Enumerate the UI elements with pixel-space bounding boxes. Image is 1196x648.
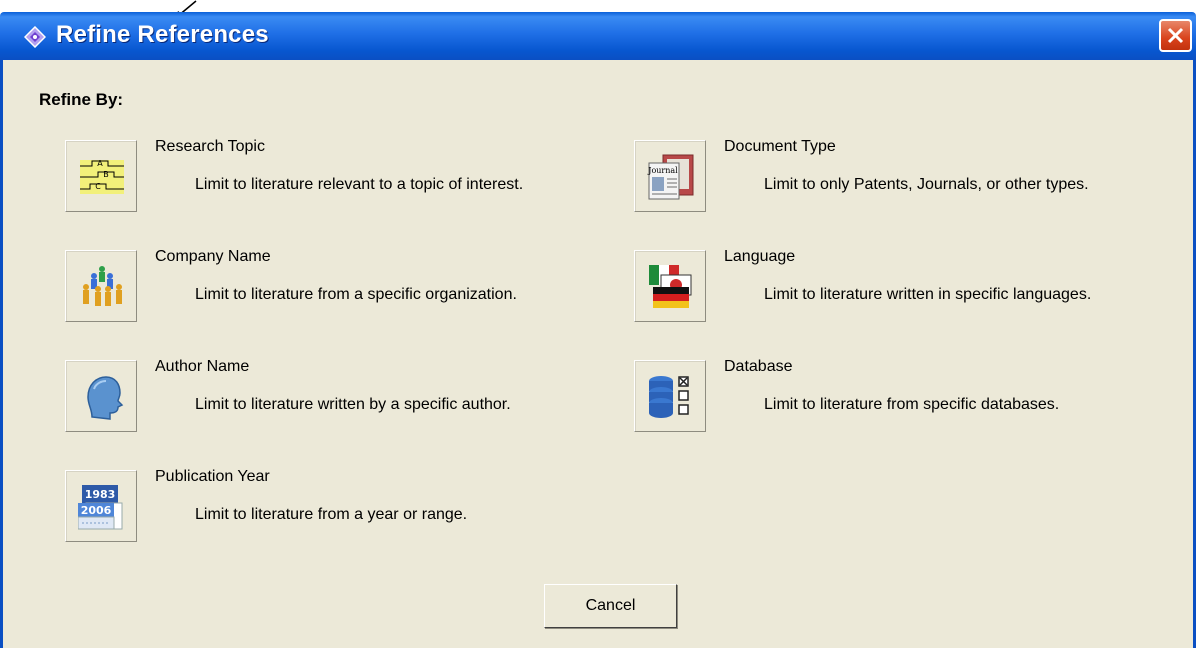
company-name-title: Company Name	[155, 248, 271, 265]
database-icon	[649, 376, 689, 418]
cancel-button[interactable]: Cancel	[544, 584, 677, 628]
research-topic-button[interactable]: A B C	[65, 140, 137, 212]
author-name-icon	[87, 376, 124, 420]
refine-references-dialog: Refine References Refine By: A B C Resea…	[0, 12, 1196, 648]
svg-text:B: B	[103, 170, 109, 179]
publication-year-title: Publication Year	[155, 468, 270, 485]
research-topic-icon: A B C	[80, 159, 124, 194]
database-description: Limit to literature from specific databa…	[764, 396, 1060, 413]
author-name-description: Limit to literature written by a specifi…	[195, 396, 511, 413]
refine-by-heading: Refine By:	[39, 90, 124, 109]
svg-text:Journal: Journal	[647, 166, 678, 175]
svg-text:1983: 1983	[85, 488, 116, 501]
svg-text:2006: 2006	[81, 504, 112, 517]
author-name-button[interactable]	[65, 360, 137, 432]
language-description: Limit to literature written in specific …	[764, 286, 1092, 303]
window-title: Refine References	[56, 21, 269, 48]
company-name-button[interactable]	[65, 250, 137, 322]
dialog-body: Refine By: A B C Research Topic Limit to…	[0, 60, 1196, 648]
database-button[interactable]	[634, 360, 706, 432]
database-title: Database	[724, 358, 793, 375]
close-button[interactable]	[1159, 19, 1192, 52]
svg-text:C: C	[95, 182, 101, 191]
close-icon	[1167, 27, 1184, 44]
publication-year-description: Limit to literature from a year or range…	[195, 506, 468, 523]
document-type-description: Limit to only Patents, Journals, or othe…	[764, 176, 1089, 193]
language-title: Language	[724, 248, 796, 265]
svg-text:A: A	[97, 159, 103, 168]
language-icon	[649, 265, 692, 308]
research-topic-description: Limit to literature relevant to a topic …	[195, 176, 524, 193]
research-topic-title: Research Topic	[155, 138, 265, 155]
document-type-button[interactable]: Journal	[634, 140, 706, 212]
author-name-title: Author Name	[155, 358, 250, 375]
company-name-icon	[83, 266, 122, 306]
app-logo-icon	[24, 26, 46, 48]
document-type-icon: Journal	[647, 154, 694, 200]
title-bar[interactable]: Refine References	[0, 12, 1196, 60]
company-name-description: Limit to literature from a specific orga…	[195, 286, 517, 303]
publication-year-icon: 1983 2006	[78, 485, 123, 530]
language-button[interactable]	[634, 250, 706, 322]
document-type-title: Document Type	[724, 138, 836, 155]
publication-year-button[interactable]: 1983 2006	[65, 470, 137, 542]
